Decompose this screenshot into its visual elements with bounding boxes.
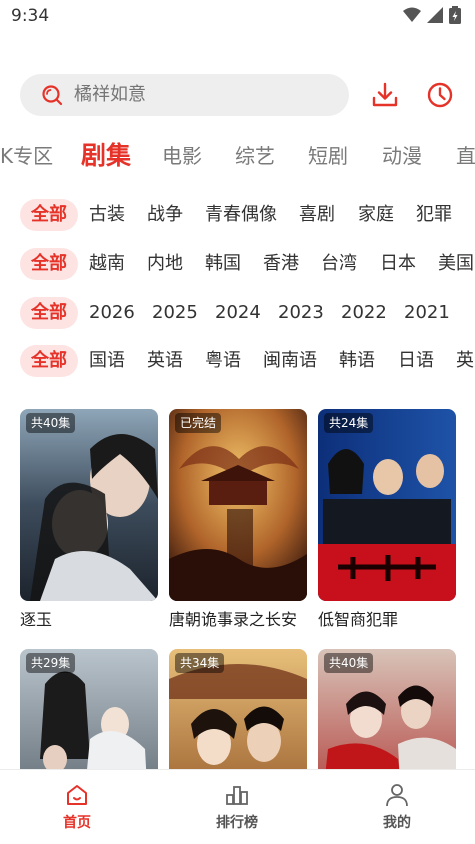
filter-option[interactable]: 2023 xyxy=(278,296,324,330)
filter-option[interactable]: 韩语 xyxy=(339,344,375,378)
search-input[interactable] xyxy=(74,74,334,116)
poster-image xyxy=(318,409,456,601)
filter-option[interactable]: 美国 xyxy=(438,247,474,281)
filter-option[interactable]: 家庭 xyxy=(358,198,394,232)
filter-option[interactable]: 日本 xyxy=(380,247,416,281)
home-icon xyxy=(67,785,87,805)
filter-row-language: 全部 国语 英语 粤语 闽南语 韩语 日语 英 xyxy=(0,344,475,378)
filter-all-chip[interactable]: 全部 xyxy=(20,199,78,231)
show-poster[interactable]: 已完结 xyxy=(169,409,307,601)
show-title[interactable]: 低智商犯罪 xyxy=(318,607,456,633)
filter-row-genre: 全部 古装 战争 青春偶像 喜剧 家庭 犯罪 xyxy=(0,198,475,232)
filter-option[interactable]: 喜剧 xyxy=(299,198,335,232)
filter-option[interactable]: 青春偶像 xyxy=(205,198,277,232)
episode-badge: 共40集 xyxy=(26,413,76,433)
nav-ranking[interactable]: 排行榜 xyxy=(202,782,272,832)
profile-icon xyxy=(386,784,408,807)
filter-option[interactable]: 韩国 xyxy=(205,247,241,281)
show-poster[interactable]: 共40集 xyxy=(20,409,158,601)
nav-profile-label: 我的 xyxy=(383,815,411,831)
episode-badge: 共40集 xyxy=(324,653,374,673)
poster-image xyxy=(20,409,158,601)
tab-k-zone[interactable]: K专区 xyxy=(0,134,53,178)
tab-variety[interactable]: 综艺 xyxy=(235,134,275,178)
filter-option[interactable]: 英语 xyxy=(147,344,183,378)
filter-row-year: 全部 2026 2025 2024 2023 2022 2021 xyxy=(0,296,475,330)
filter-option[interactable]: 国语 xyxy=(89,344,125,378)
tab-series[interactable]: 剧集 xyxy=(81,134,131,178)
ranking-icon xyxy=(226,786,248,805)
status-time: 9:34 xyxy=(11,6,50,26)
nav-profile[interactable]: 我的 xyxy=(362,782,432,832)
episode-badge: 共29集 xyxy=(26,653,76,673)
show-card[interactable]: 共24集 低智商犯罪 xyxy=(318,409,456,633)
episode-badge: 共34集 xyxy=(175,653,225,673)
download-icon[interactable] xyxy=(371,81,399,109)
tab-live[interactable]: 直 xyxy=(456,134,475,178)
show-title[interactable]: 逐玉 xyxy=(20,607,158,633)
signal-icon xyxy=(427,7,443,23)
filter-option[interactable]: 香港 xyxy=(263,247,299,281)
search-row xyxy=(20,74,460,116)
tab-movies[interactable]: 电影 xyxy=(162,134,202,178)
nav-home-label: 首页 xyxy=(63,815,91,831)
search-icon xyxy=(42,85,63,106)
tab-short-drama[interactable]: 短剧 xyxy=(308,134,348,178)
status-bar: 9:34 xyxy=(0,0,475,34)
filter-row-region: 全部 越南 内地 韩国 香港 台湾 日本 美国 xyxy=(0,247,475,281)
filter-option[interactable]: 英 xyxy=(456,344,474,378)
filter-option[interactable]: 2021 xyxy=(404,296,450,330)
filter-option[interactable]: 内地 xyxy=(147,247,183,281)
episode-badge: 共24集 xyxy=(324,413,374,433)
filter-option[interactable]: 古装 xyxy=(89,198,125,232)
filter-option[interactable]: 2025 xyxy=(152,296,198,330)
filter-option[interactable]: 日语 xyxy=(398,344,434,378)
filter-option[interactable]: 2022 xyxy=(341,296,387,330)
filter-option[interactable]: 2024 xyxy=(215,296,261,330)
nav-ranking-label: 排行榜 xyxy=(216,815,258,831)
filter-option[interactable]: 2026 xyxy=(89,296,135,330)
tab-anime[interactable]: 动漫 xyxy=(382,134,422,178)
category-tabs: K专区 剧集 电影 综艺 短剧 动漫 直 xyxy=(0,134,475,178)
filter-all-chip[interactable]: 全部 xyxy=(20,345,78,377)
filter-all-chip[interactable]: 全部 xyxy=(20,297,78,329)
filter-option[interactable]: 越南 xyxy=(89,247,125,281)
filter-all-chip[interactable]: 全部 xyxy=(20,248,78,280)
show-poster[interactable]: 共24集 xyxy=(318,409,456,601)
wifi-icon xyxy=(403,7,421,22)
history-icon[interactable] xyxy=(426,81,454,109)
filter-option[interactable]: 犯罪 xyxy=(416,198,452,232)
status-icons xyxy=(403,6,461,24)
nav-home[interactable]: 首页 xyxy=(42,782,112,832)
filter-option[interactable]: 粤语 xyxy=(205,344,241,378)
show-card[interactable]: 已完结 唐朝诡事录之长安 xyxy=(169,409,307,633)
status-badge: 已完结 xyxy=(175,413,222,433)
show-title[interactable]: 唐朝诡事录之长安 xyxy=(169,607,307,633)
filter-option[interactable]: 闽南语 xyxy=(263,344,317,378)
battery-icon xyxy=(449,6,461,24)
filter-option[interactable]: 台湾 xyxy=(321,247,357,281)
poster-image xyxy=(169,409,307,601)
bottom-nav: 首页 排行榜 我的 xyxy=(0,769,475,844)
filter-option[interactable]: 战争 xyxy=(147,198,183,232)
search-box[interactable] xyxy=(20,74,349,116)
show-card[interactable]: 共40集 逐玉 xyxy=(20,409,158,633)
